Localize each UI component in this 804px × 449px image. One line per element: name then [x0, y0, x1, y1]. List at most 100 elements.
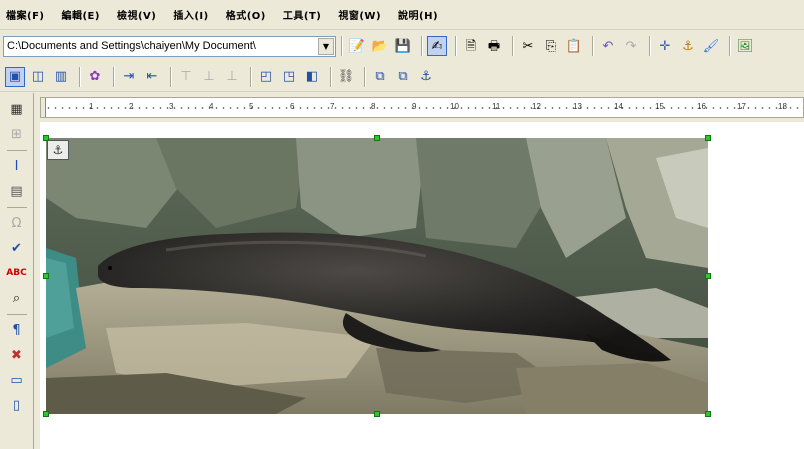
print-icon[interactable]: 🖶 — [484, 36, 504, 56]
resize-handle-top-right[interactable] — [705, 135, 711, 141]
layout-toolbar: ▣ ◫ ▥ ✿ ⇥ ⇤ ⊤ ⊥ ⊥ ◰ ◳ ◧ ⛓ ⧉ ⧉ ⚓ — [0, 62, 804, 92]
menu-edit[interactable]: 編輯(E) — [61, 7, 99, 22]
layout-split-icon[interactable]: ◫ — [28, 67, 48, 87]
style-icon[interactable]: ✿ — [85, 67, 105, 87]
table-icon[interactable]: ▦ — [7, 99, 27, 119]
menu-help[interactable]: 說明(H) — [398, 7, 438, 22]
file-path-value[interactable]: C:\Documents and Settings\chaiyen\My Doc… — [4, 40, 317, 52]
horizontal-ruler[interactable]: 1 2 3 4 5 6 7 8 9 10 11 12 13 14 15 16 1… — [40, 97, 804, 118]
toolbar-separator — [341, 36, 342, 56]
resize-handle-top[interactable] — [374, 135, 380, 141]
frame-icon[interactable]: ◰ — [256, 67, 276, 87]
ruler-label: 2 — [129, 102, 134, 111]
copy-icon[interactable]: ⎘ — [541, 36, 561, 56]
ruler-label: 12 — [532, 102, 541, 111]
anchor-icon[interactable]: ⚓ — [416, 67, 436, 87]
layout-single-icon[interactable]: ▣ — [5, 66, 25, 87]
toolbar-separator — [6, 150, 27, 151]
open-folder-icon[interactable]: 📂 — [370, 36, 390, 56]
group-icon[interactable]: ⧉ — [370, 67, 390, 87]
toolbar-separator — [79, 66, 80, 87]
resize-handle-bottom[interactable] — [374, 411, 380, 417]
ruler-label: 16 — [697, 102, 706, 111]
menu-format[interactable]: 格式(O) — [226, 7, 266, 22]
symbol-icon[interactable]: Ω — [7, 213, 27, 233]
layout-columns-icon[interactable]: ▥ — [51, 67, 71, 87]
cut-icon[interactable]: ✂ — [518, 36, 538, 56]
align-bottom-icon[interactable]: ⊥ — [222, 67, 242, 87]
ungroup-icon[interactable]: ⧉ — [393, 67, 413, 87]
toolbar-separator — [592, 36, 593, 56]
toolbar-separator — [6, 314, 27, 315]
toolbar-separator — [729, 36, 730, 56]
ruler-label: 1 — [89, 102, 94, 111]
toolbar-separator — [250, 66, 251, 87]
menu-file[interactable]: 檔案(F) — [6, 7, 44, 22]
ruler-track: 1 2 3 4 5 6 7 8 9 10 11 12 13 14 15 16 1… — [41, 98, 804, 117]
view-source-icon[interactable]: ▭ — [7, 370, 27, 390]
anchor-tool-icon[interactable]: ⚓ — [678, 36, 698, 56]
redo-icon[interactable]: ↷ — [621, 36, 641, 56]
ruler-label: 13 — [573, 102, 582, 111]
ruler-label: 14 — [614, 102, 623, 111]
resize-handle-top-left[interactable] — [43, 135, 49, 141]
ruler-label: 15 — [655, 102, 664, 111]
toolbar-separator — [512, 36, 513, 56]
ruler-label: 17 — [737, 102, 746, 111]
picture-tool-icon[interactable]: 🖌 — [701, 36, 721, 56]
ruler-label: 9 — [412, 102, 417, 111]
resize-handle-right[interactable] — [705, 273, 711, 279]
editor-window: 檔案(F) 編輯(E) 檢視(V) 插入(I) 格式(O) 工具(T) 視窗(W… — [0, 0, 804, 449]
ruler-label: 6 — [290, 102, 295, 111]
delete-icon[interactable]: ✖ — [7, 345, 27, 365]
move-icon[interactable]: ✛ — [655, 36, 675, 56]
chevron-down-icon[interactable]: ▼ — [318, 37, 334, 55]
save-icon[interactable]: 💾 — [393, 36, 413, 56]
undo-icon[interactable]: ↶ — [598, 36, 618, 56]
menu-tools[interactable]: 工具(T) — [283, 7, 321, 22]
menu-view[interactable]: 檢視(V) — [117, 7, 156, 22]
resize-handle-left[interactable] — [43, 273, 49, 279]
find-binoculars-icon[interactable]: ⌕ — [7, 288, 27, 308]
sea-lion-image[interactable] — [46, 138, 708, 414]
frame-text-icon[interactable]: ◳ — [279, 67, 299, 87]
toolbar-separator — [455, 36, 456, 56]
text-cursor-icon[interactable]: I — [7, 156, 27, 176]
ruler-label: 8 — [371, 102, 376, 111]
paste-icon[interactable]: 📋 — [564, 36, 584, 56]
new-document-icon[interactable]: 📝 — [347, 36, 367, 56]
indent-left-icon[interactable]: ⇤ — [142, 67, 162, 87]
toolbar-separator — [649, 36, 650, 56]
edit-mode-icon[interactable]: ✍ — [427, 36, 447, 56]
ruler-label: 11 — [492, 102, 501, 111]
standard-toolbar: C:\Documents and Settings\chaiyen\My Doc… — [0, 31, 804, 61]
toolbar-separator — [421, 36, 422, 56]
ruler-label: 7 — [330, 102, 335, 111]
insert-image-icon[interactable]: 🖼 — [735, 36, 755, 56]
toolbar-separator — [113, 66, 114, 87]
insert-row-icon[interactable]: ⊞ — [7, 124, 27, 144]
frame-fill-icon[interactable]: ◧ — [302, 67, 322, 87]
resize-handle-bottom-right[interactable] — [705, 411, 711, 417]
spelling-underline-icon[interactable]: ABC — [6, 263, 26, 283]
ruler-label: 18 — [778, 102, 787, 111]
page-icon[interactable]: ▯ — [7, 395, 27, 415]
document-area[interactable]: ⚓ — [40, 122, 804, 449]
text-frame-icon[interactable]: ▤ — [7, 181, 27, 201]
menu-bar: 檔案(F) 編輯(E) 檢視(V) 插入(I) 格式(O) 工具(T) 視窗(W… — [0, 0, 804, 30]
print-preview-icon[interactable]: 🗎 — [461, 36, 481, 56]
file-path-combobox[interactable]: C:\Documents and Settings\chaiyen\My Doc… — [3, 35, 336, 57]
resize-handle-bottom-left[interactable] — [43, 411, 49, 417]
paragraph-mark-icon[interactable]: ¶ — [7, 320, 27, 340]
ruler-label: 3 — [169, 102, 174, 111]
anchor-icon[interactable]: ⚓ — [47, 140, 69, 160]
align-middle-icon[interactable]: ⊥ — [199, 67, 219, 87]
menu-insert[interactable]: 插入(I) — [173, 7, 208, 22]
align-top-icon[interactable]: ⊤ — [176, 67, 196, 87]
indent-right-icon[interactable]: ⇥ — [119, 67, 139, 87]
ruler-label: 10 — [450, 102, 459, 111]
link-icon[interactable]: ⛓ — [336, 67, 356, 87]
spell-check-icon[interactable]: ✔ — [7, 238, 27, 258]
menu-window[interactable]: 視窗(W) — [338, 7, 381, 22]
vertical-toolbar: ▦ ⊞ I ▤ Ω ✔ ABC ⌕ ¶ ✖ ▭ ▯ — [0, 93, 34, 449]
